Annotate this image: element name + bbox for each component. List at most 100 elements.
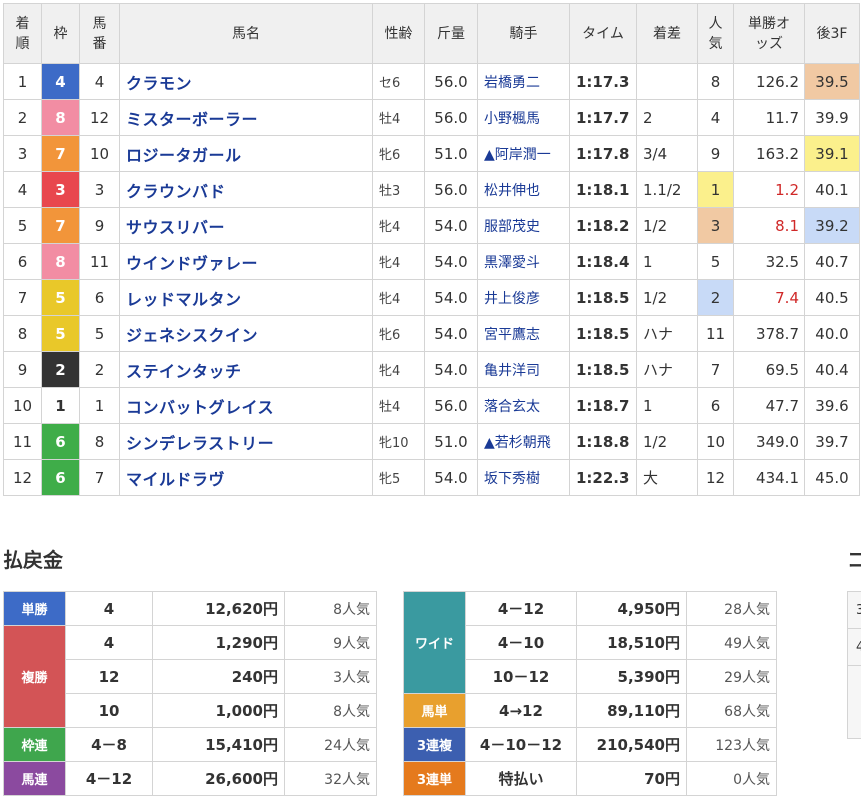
result-rank: 11 <box>3 423 42 460</box>
payout-combination: 4－10 <box>465 625 577 660</box>
margin: 大 <box>636 459 698 496</box>
payout-amount: 18,510円 <box>576 625 687 660</box>
result-rank: 7 <box>3 279 42 316</box>
jockey-link[interactable]: 亀井洋司 <box>477 351 570 388</box>
header-weight: 斤量 <box>424 3 478 64</box>
horse-name-link[interactable]: ロジータガール <box>119 135 373 172</box>
payout-popularity: 28人気 <box>686 591 777 626</box>
frame-badge: 1 <box>41 387 80 424</box>
payout-popularity: 68人気 <box>686 693 777 728</box>
payout-amount: 240円 <box>152 659 285 694</box>
header-rank: 着順 <box>3 3 42 64</box>
header-number: 馬番 <box>79 3 120 64</box>
horse-name-link[interactable]: レッドマルタン <box>119 279 373 316</box>
jockey-link[interactable]: 黒澤愛斗 <box>477 243 570 280</box>
horse-name-link[interactable]: ステインタッチ <box>119 351 373 388</box>
header-odds: 単勝オ ッズ <box>733 3 805 64</box>
result-row: 8 5 5 ジェネシスクイン 牝6 54.0 宮平鷹志 1:18.5 ハナ 11 378.7 40.0 <box>3 315 860 352</box>
horse-name-link[interactable]: クラウンバド <box>119 171 373 208</box>
jockey-link[interactable]: ▲阿岸潤一 <box>477 135 570 172</box>
carried-weight: 56.0 <box>424 63 478 100</box>
side-row: 4 <box>848 629 861 666</box>
last-3f: 39.2 <box>804 207 860 244</box>
frame-badge: 4 <box>41 63 80 100</box>
margin <box>636 63 698 100</box>
frame-badge: 6 <box>41 459 80 496</box>
bet-type-label: 単勝 <box>3 591 66 626</box>
jockey-link[interactable]: 小野楓馬 <box>477 99 570 136</box>
win-odds: 126.2 <box>733 63 805 100</box>
payout-popularity: 123人気 <box>686 727 777 762</box>
jockey-link[interactable]: 井上俊彦 <box>477 279 570 316</box>
jockey-link[interactable]: ▲若杉朝飛 <box>477 423 570 460</box>
frame-badge: 8 <box>41 243 80 280</box>
bet-type-label: 複勝 <box>3 625 66 728</box>
result-rank: 3 <box>3 135 42 172</box>
carried-weight: 54.0 <box>424 279 478 316</box>
result-row: 4 3 3 クラウンバド 牡3 56.0 松井伸也 1:18.1 1.1/2 1 1.2 40.1 <box>3 171 860 208</box>
finish-time: 1:18.5 <box>569 315 637 352</box>
finish-time: 1:17.8 <box>569 135 637 172</box>
finish-time: 1:17.7 <box>569 99 637 136</box>
jockey-link[interactable]: 服部茂史 <box>477 207 570 244</box>
horse-name-link[interactable]: クラモン <box>119 63 373 100</box>
last-3f: 39.7 <box>804 423 860 460</box>
jockey-link[interactable]: 坂下秀樹 <box>477 459 570 496</box>
win-odds: 7.4 <box>733 279 805 316</box>
header-time: タイム <box>569 3 637 64</box>
payout-popularity: 9人気 <box>284 625 377 660</box>
carried-weight: 54.0 <box>424 315 478 352</box>
last-3f: 40.5 <box>804 279 860 316</box>
win-odds: 163.2 <box>733 135 805 172</box>
payout-amount: 89,110円 <box>576 693 687 728</box>
jockey-link[interactable]: 松井伸也 <box>477 171 570 208</box>
payout-table-right: ワイド 4－12 4,950円 28人気 4－10 18,510円 49人気 10－12 5,3… <box>403 591 777 796</box>
payout-combination: 4 <box>65 591 153 626</box>
horse-name-link[interactable]: シンデレラストリー <box>119 423 373 460</box>
payout-combination: 4－10－12 <box>465 727 577 762</box>
margin: ハナ <box>636 351 698 388</box>
carried-weight: 54.0 <box>424 351 478 388</box>
last-3f: 45.0 <box>804 459 860 496</box>
side-section-box: 3 4 <box>847 591 861 739</box>
result-rank: 1 <box>3 63 42 100</box>
carried-weight: 56.0 <box>424 387 478 424</box>
horse-name-link[interactable]: コンバットグレイス <box>119 387 373 424</box>
finish-time: 1:18.1 <box>569 171 637 208</box>
carried-weight: 51.0 <box>424 423 478 460</box>
margin: 3/4 <box>636 135 698 172</box>
jockey-link[interactable]: 岩橋勇二 <box>477 63 570 100</box>
payout-popularity: 3人気 <box>284 659 377 694</box>
header-line: ッズ <box>755 35 783 52</box>
horse-name-link[interactable]: サウスリバー <box>119 207 373 244</box>
result-row: 9 2 2 ステインタッチ 牝4 54.0 亀井洋司 1:18.5 ハナ 7 69.5 40.4 <box>3 351 860 388</box>
payout-amount: 1,000円 <box>152 693 285 728</box>
horse-name-link[interactable]: マイルドラヴ <box>119 459 373 496</box>
popularity: 9 <box>697 135 734 172</box>
payout-popularity: 0人気 <box>686 761 777 796</box>
jockey-link[interactable]: 落合玄太 <box>477 387 570 424</box>
frame-badge: 7 <box>41 207 80 244</box>
payout-amount: 5,390円 <box>576 659 687 694</box>
payout-row: 3連複 4－10－12 210,540円 123人気 <box>403 727 777 762</box>
sex-age: 牝5 <box>372 459 425 496</box>
frame-badge: 2 <box>41 351 80 388</box>
horse-name-link[interactable]: ウインドヴァレー <box>119 243 373 280</box>
result-rank: 5 <box>3 207 42 244</box>
popularity: 5 <box>697 243 734 280</box>
jockey-link[interactable]: 宮平鷹志 <box>477 315 570 352</box>
carried-weight: 56.0 <box>424 99 478 136</box>
horse-name-link[interactable]: ジェネシスクイン <box>119 315 373 352</box>
result-row: 1 4 4 クラモン セ6 56.0 岩橋勇二 1:17.3 8 126.2 39.5 <box>3 63 860 100</box>
horse-name-link[interactable]: ミスターボーラー <box>119 99 373 136</box>
payout-popularity: 32人気 <box>284 761 377 796</box>
payout-combination: 4→12 <box>465 693 577 728</box>
finish-time: 1:18.2 <box>569 207 637 244</box>
payout-row: 馬単 4→12 89,110円 68人気 <box>403 693 777 728</box>
result-row: 10 1 1 コンバットグレイス 牡4 56.0 落合玄太 1:18.7 1 6 47.7 39.6 <box>3 387 860 424</box>
payout-combination: 特払い <box>465 761 577 796</box>
result-row: 7 5 6 レッドマルタン 牝4 54.0 井上俊彦 1:18.5 1/2 2 7.4 40.5 <box>3 279 860 316</box>
header-popularity: 人気 <box>697 3 734 64</box>
header-margin: 着差 <box>636 3 698 64</box>
bet-type-label: 3連単 <box>403 761 466 796</box>
